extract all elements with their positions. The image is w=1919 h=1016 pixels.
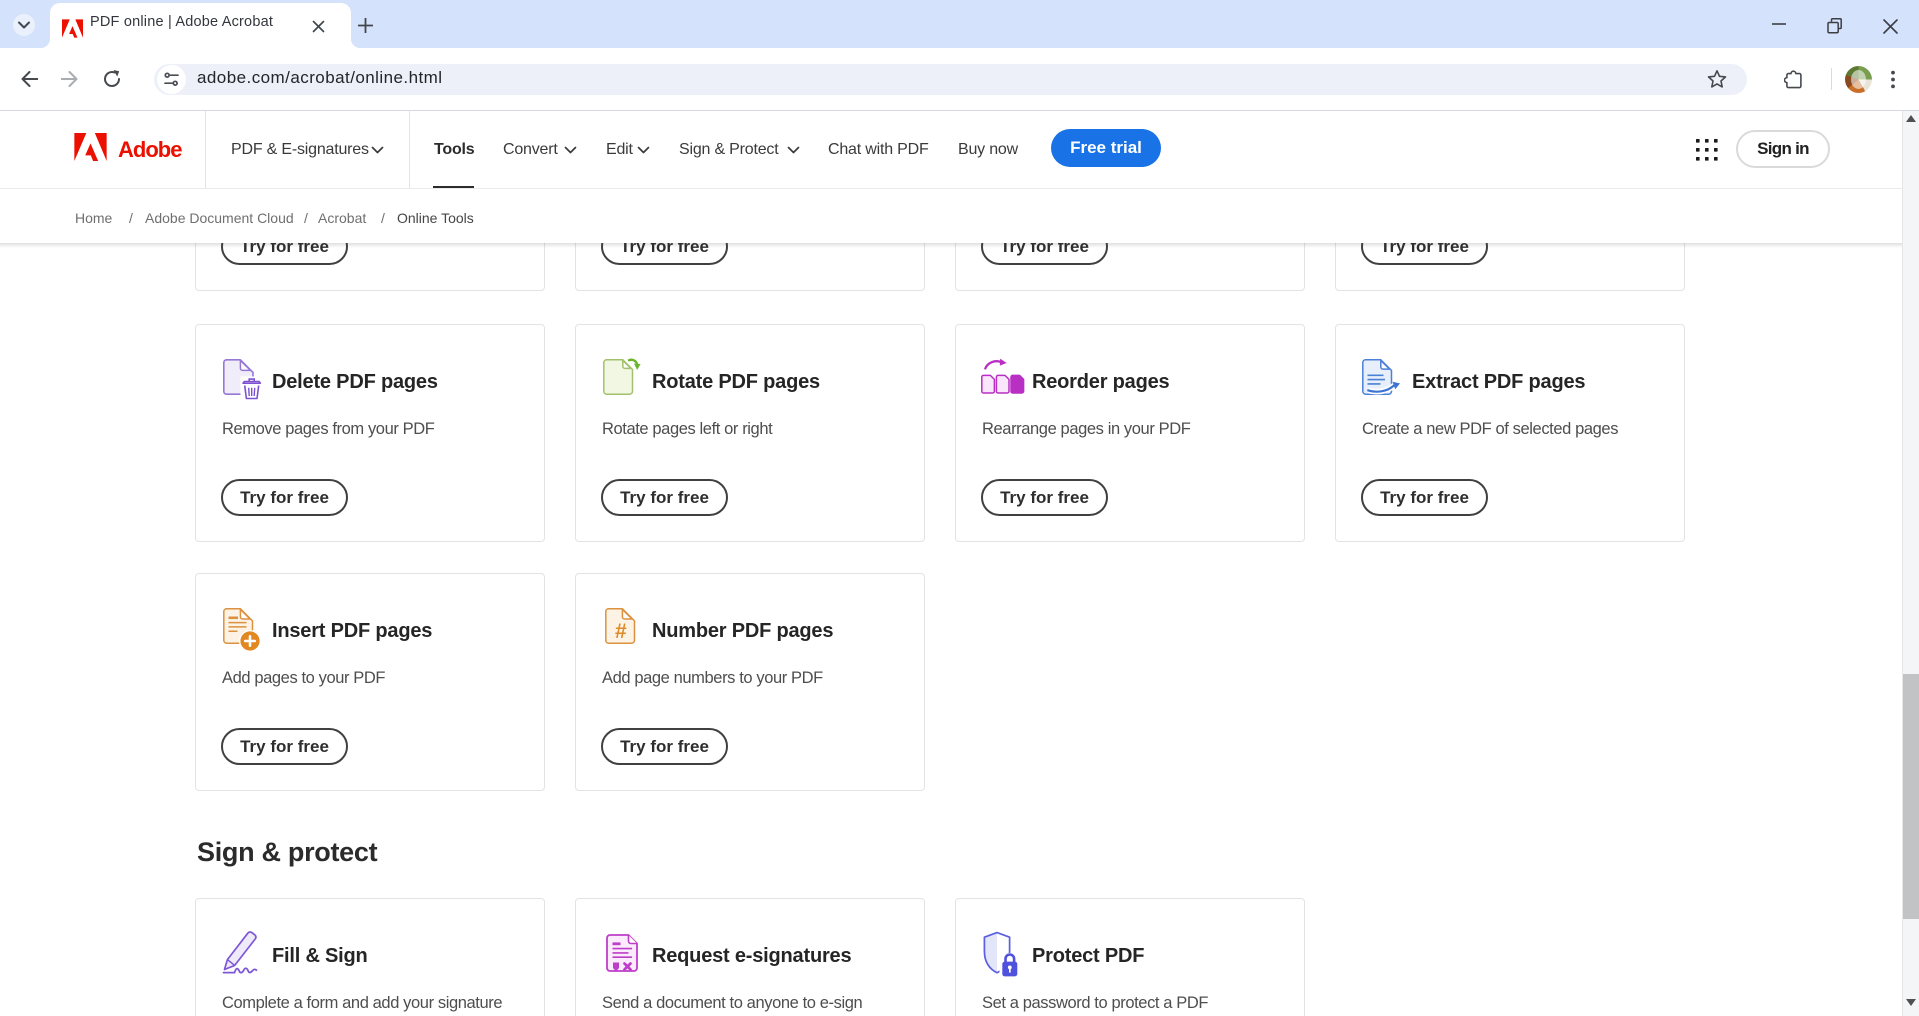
svg-text:#: # (615, 620, 627, 643)
